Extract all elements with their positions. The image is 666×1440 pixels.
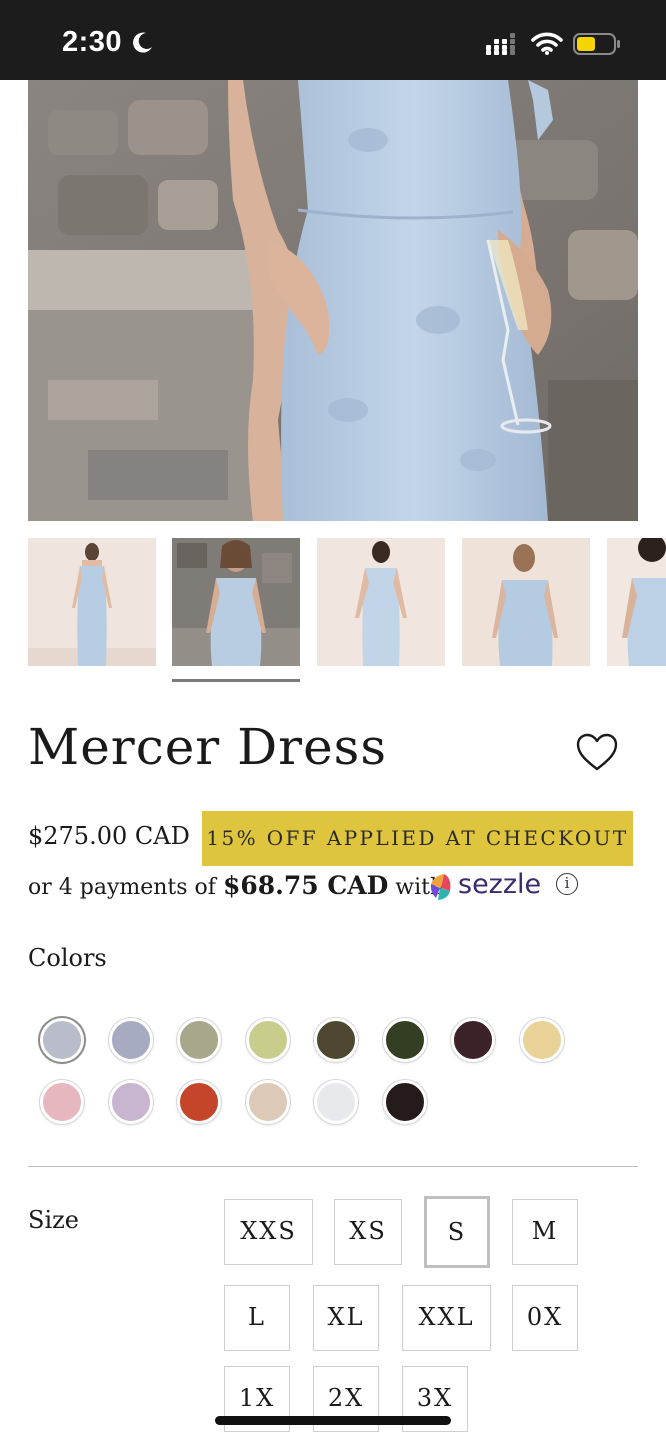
color-swatch-11[interactable] <box>177 1080 221 1124</box>
color-swatch-13[interactable] <box>314 1080 358 1124</box>
size-option-xxl[interactable]: XXL <box>402 1285 491 1351</box>
thumbnail-strip <box>28 538 666 666</box>
size-option-xs[interactable]: XS <box>334 1199 402 1265</box>
thumbnail-3[interactable] <box>317 538 445 666</box>
thumbnail-4[interactable] <box>462 538 590 666</box>
moon-icon <box>133 32 152 53</box>
color-swatch-9[interactable] <box>40 1080 84 1124</box>
status-time: 2:30 <box>62 26 123 58</box>
info-icon[interactable]: i <box>556 873 578 895</box>
color-swatch-1[interactable] <box>40 1018 84 1062</box>
size-option-m[interactable]: M <box>512 1199 578 1265</box>
thumbnail-selected-indicator <box>172 679 300 682</box>
wishlist-heart-icon[interactable] <box>575 732 619 772</box>
thumbnail-2[interactable] <box>172 538 300 666</box>
thumbnail-1[interactable] <box>28 538 156 666</box>
color-swatch-8[interactable] <box>519 1018 564 1062</box>
color-swatch-6[interactable] <box>382 1018 427 1062</box>
size-option-xxs[interactable]: XXS <box>224 1199 313 1265</box>
installments-amount: $68.75 CAD <box>222 871 389 900</box>
sezzle-wordmark: sezzle <box>458 869 542 900</box>
section-divider <box>28 1166 638 1167</box>
battery-icon <box>573 33 620 55</box>
color-swatch-14[interactable] <box>382 1080 427 1124</box>
size-option-l[interactable]: L <box>224 1285 290 1351</box>
size-option-s[interactable]: S <box>424 1196 490 1268</box>
status-bar: 2:30 <box>0 0 666 80</box>
product-hero-image[interactable] <box>28 80 638 521</box>
sezzle-logo-icon <box>430 874 451 900</box>
color-swatch-3[interactable] <box>177 1018 221 1062</box>
color-swatch-7[interactable] <box>451 1018 495 1062</box>
installments-prefix: or 4 payments of <box>28 875 216 900</box>
color-swatch-12[interactable] <box>245 1080 290 1124</box>
product-title: Mercer Dress <box>28 718 387 776</box>
cellular-signal-icon <box>486 33 515 55</box>
color-swatch-10[interactable] <box>108 1080 153 1124</box>
size-option-xl[interactable]: XL <box>313 1285 379 1351</box>
size-label: Size <box>28 1206 79 1234</box>
promo-badge: 15% OFF APPLIED AT CHECKOUT <box>202 811 633 866</box>
color-swatch-5[interactable] <box>314 1018 358 1062</box>
colors-label: Colors <box>28 944 107 972</box>
product-price: $275.00 CAD <box>28 822 190 850</box>
color-swatch-2[interactable] <box>108 1018 153 1062</box>
thumbnail-5[interactable] <box>607 538 666 666</box>
color-swatch-4[interactable] <box>245 1018 290 1062</box>
wifi-icon <box>531 32 563 55</box>
size-option-0x[interactable]: 0X <box>512 1285 578 1351</box>
installments-text: or 4 payments of $68.75 CAD with <box>28 868 444 906</box>
home-indicator <box>215 1416 451 1425</box>
